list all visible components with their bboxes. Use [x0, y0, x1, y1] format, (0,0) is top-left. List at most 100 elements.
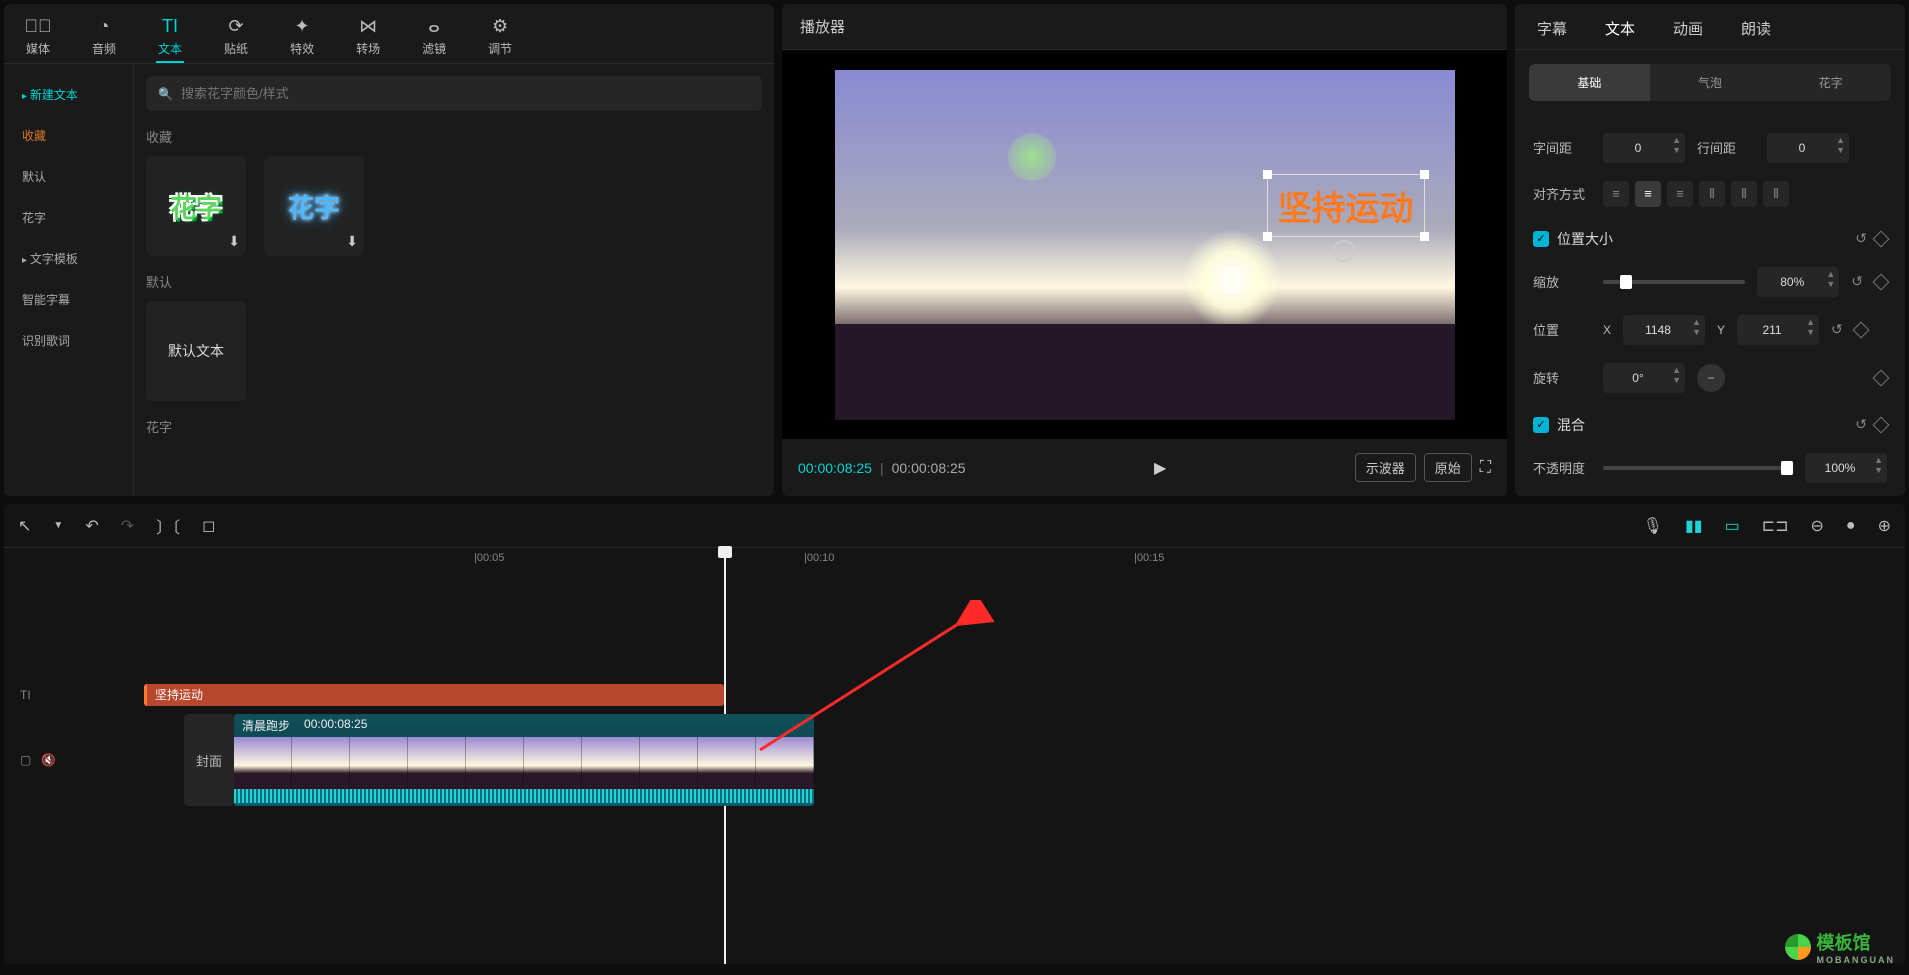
- crop-icon[interactable]: ◻: [202, 516, 215, 536]
- tab-media[interactable]: ▸⃞媒体: [24, 12, 52, 63]
- input-letter-spacing[interactable]: 0▲▼: [1603, 133, 1685, 163]
- audio-icon: ◔: [94, 16, 114, 36]
- video-clip[interactable]: 清晨跑步00:00:08:25: [234, 714, 814, 806]
- mic-icon[interactable]: 🎙: [1643, 516, 1663, 536]
- tab-transition[interactable]: ⋈转场: [354, 12, 382, 63]
- label-blend: 混合: [1557, 415, 1585, 435]
- align-left-icon[interactable]: ≡: [1603, 181, 1629, 207]
- rotation-dial-icon[interactable]: −: [1697, 364, 1725, 392]
- zoom-out-icon[interactable]: ⊖: [1811, 516, 1824, 536]
- label-line-spacing: 行间距: [1697, 138, 1755, 157]
- reset-icon[interactable]: ↺: [1831, 321, 1843, 338]
- sidebar-item-text-template[interactable]: 文字模板: [4, 238, 133, 279]
- oscilloscope-button[interactable]: 示波器: [1355, 453, 1416, 482]
- cursor-dropdown-icon[interactable]: ▼: [53, 520, 63, 531]
- download-icon[interactable]: ⬇: [228, 233, 240, 250]
- media-icon: ▸⃞: [28, 16, 48, 36]
- clip-duration: 00:00:08:25: [304, 717, 367, 734]
- preset-default-text[interactable]: 默认文本: [146, 301, 246, 401]
- rtab-animation[interactable]: 动画: [1673, 18, 1703, 39]
- sidebar-item-recognize-lyrics[interactable]: 识别歌词: [4, 320, 133, 361]
- text-clip[interactable]: 坚持运动: [144, 684, 724, 706]
- effect-icon: ✦: [292, 16, 312, 36]
- magnet-alt-icon[interactable]: ▭: [1725, 516, 1740, 536]
- keyframe-icon[interactable]: [1873, 230, 1890, 247]
- fullscreen-icon[interactable]: ⛶: [1480, 459, 1491, 477]
- cover-button[interactable]: 封面: [184, 714, 234, 806]
- keyframe-icon[interactable]: [1873, 369, 1890, 386]
- mute-icon[interactable]: 🔇: [41, 753, 56, 767]
- align-center-icon[interactable]: ≡: [1635, 181, 1661, 207]
- tab-adjust[interactable]: ⚙调节: [486, 12, 514, 63]
- subtab-basic[interactable]: 基础: [1529, 64, 1650, 101]
- search-input[interactable]: [181, 86, 750, 101]
- input-pos-x[interactable]: 1148▲▼: [1623, 315, 1705, 345]
- checkbox-position-size[interactable]: ✓: [1533, 231, 1549, 247]
- rtab-read[interactable]: 朗读: [1741, 18, 1771, 39]
- input-scale[interactable]: 80%▲▼: [1757, 267, 1839, 297]
- label-y: Y: [1717, 323, 1725, 337]
- tab-effect[interactable]: ✦特效: [288, 12, 316, 63]
- section-huazi: 花字: [146, 417, 762, 436]
- reset-icon[interactable]: ↺: [1855, 416, 1867, 433]
- tab-text[interactable]: TI文本: [156, 12, 184, 63]
- align-v3-icon[interactable]: ⫴: [1763, 181, 1789, 207]
- subtab-huazi[interactable]: 花字: [1770, 64, 1891, 101]
- rtab-subtitle[interactable]: 字幕: [1537, 18, 1567, 39]
- tab-audio[interactable]: ◔音频: [90, 12, 118, 63]
- preset-huazi-2[interactable]: 花字⬇: [264, 156, 364, 256]
- input-line-spacing[interactable]: 0▲▼: [1767, 133, 1849, 163]
- search-bar[interactable]: 🔍: [146, 76, 762, 111]
- sidebar-item-huazi[interactable]: 花字: [4, 197, 133, 238]
- video-frame: 坚持运动: [835, 70, 1455, 420]
- rotate-handle-icon[interactable]: [1333, 240, 1355, 262]
- time-current: 00:00:08:25: [798, 460, 872, 476]
- watermark: 模板馆MOBANGUAN: [1785, 929, 1896, 965]
- slider-opacity[interactable]: [1603, 466, 1793, 470]
- sidebar-item-new-text[interactable]: 新建文本: [4, 74, 133, 115]
- align-v2-icon[interactable]: ⫴: [1731, 181, 1757, 207]
- search-icon: 🔍: [158, 87, 173, 101]
- label-align: 对齐方式: [1533, 184, 1591, 203]
- keyframe-icon[interactable]: [1852, 321, 1869, 338]
- keyframe-icon[interactable]: [1873, 273, 1890, 290]
- original-button[interactable]: 原始: [1424, 453, 1472, 482]
- subtab-bubble[interactable]: 气泡: [1650, 64, 1771, 101]
- transition-icon: ⋈: [358, 16, 378, 36]
- cursor-tool-icon[interactable]: ↖: [18, 516, 31, 536]
- tab-filter[interactable]: ⴰ滤镜: [420, 12, 448, 63]
- reset-icon[interactable]: ↺: [1851, 273, 1863, 290]
- tab-sticker[interactable]: ⟳贴纸: [222, 12, 250, 63]
- text-overlay-box[interactable]: 坚持运动: [1267, 174, 1425, 237]
- preset-huazi-1[interactable]: 花字⬇: [146, 156, 246, 256]
- download-icon[interactable]: ⬇: [346, 233, 358, 250]
- link-icon[interactable]: ⊏⊐: [1762, 516, 1789, 536]
- undo-icon[interactable]: ↶: [85, 516, 98, 536]
- reset-icon[interactable]: ↺: [1855, 230, 1867, 247]
- watermark-logo-icon: [1785, 934, 1811, 960]
- input-pos-y[interactable]: 211▲▼: [1737, 315, 1819, 345]
- play-button[interactable]: ▶: [1154, 458, 1166, 478]
- input-opacity[interactable]: 100%▲▼: [1805, 453, 1887, 483]
- keyframe-icon[interactable]: [1873, 416, 1890, 433]
- zoom-fit-icon[interactable]: ⊕: [1878, 516, 1891, 536]
- checkbox-blend[interactable]: ✓: [1533, 417, 1549, 433]
- rtab-text[interactable]: 文本: [1605, 18, 1635, 39]
- sidebar-item-favorites[interactable]: 收藏: [4, 115, 133, 156]
- label-position: 位置: [1533, 320, 1591, 339]
- input-rotation[interactable]: 0°▲▼: [1603, 363, 1685, 393]
- align-right-icon[interactable]: ≡: [1667, 181, 1693, 207]
- redo-icon[interactable]: ↷: [121, 516, 134, 536]
- align-v1-icon[interactable]: ⫴: [1699, 181, 1725, 207]
- timeline-ruler[interactable]: |00:05 |00:10 |00:15: [144, 548, 1905, 570]
- sidebar-item-smart-subtitle[interactable]: 智能字幕: [4, 279, 133, 320]
- magnet-main-icon[interactable]: ▮▮: [1685, 516, 1703, 536]
- sidebar-item-default[interactable]: 默认: [4, 156, 133, 197]
- ruler-mark: |00:05: [474, 552, 504, 564]
- filter-icon: ⴰ: [424, 16, 444, 36]
- zoom-slider-icon[interactable]: ●: [1846, 517, 1856, 535]
- split-icon[interactable]: 〕〔: [156, 514, 180, 538]
- label-position-size: 位置大小: [1557, 229, 1613, 249]
- slider-scale[interactable]: [1603, 280, 1745, 284]
- player-viewport[interactable]: 坚持运动: [782, 50, 1507, 439]
